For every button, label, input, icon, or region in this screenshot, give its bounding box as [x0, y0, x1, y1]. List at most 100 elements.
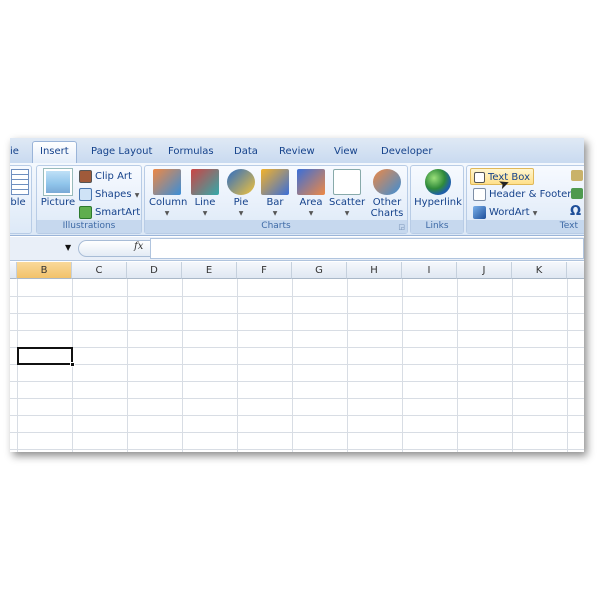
charts-dialog-launcher-icon[interactable]: ◲ — [398, 223, 405, 231]
column-header-J[interactable]: J — [457, 262, 512, 279]
dropdown-arrow-icon: ▼ — [308, 210, 314, 217]
text-group: Text Box Header & Footer WordArt ▼ Ω Tex… — [466, 165, 584, 234]
wordart-button[interactable]: WordArt ▼ — [473, 204, 537, 221]
header-footer-button[interactable]: Header & Footer — [473, 186, 571, 203]
grid-line — [10, 449, 584, 450]
shapes-label: Shapes — [95, 189, 132, 200]
column-header-next[interactable] — [567, 262, 584, 279]
column-header-K[interactable]: K — [512, 262, 567, 279]
column-header-I[interactable]: I — [402, 262, 457, 279]
spreadsheet-grid[interactable]: BCDEFGHIJK — [10, 262, 584, 452]
chart-scatter-button[interactable]: Scatter ▼ — [329, 169, 365, 219]
grid-line — [10, 347, 584, 348]
tab-formulas[interactable]: Formulas — [164, 144, 218, 163]
active-cell[interactable] — [17, 347, 75, 367]
formula-bar: ▼ fx — [10, 237, 584, 261]
shapes-button[interactable]: Shapes ▼ — [79, 186, 139, 203]
shapes-icon — [79, 187, 92, 201]
tab-developer[interactable]: Developer — [377, 144, 436, 163]
column-chart-icon — [153, 169, 181, 195]
column-header-C[interactable]: C — [72, 262, 127, 279]
tab-review[interactable]: Review — [275, 144, 319, 163]
wordart-icon — [473, 205, 486, 219]
formula-input[interactable] — [150, 238, 584, 259]
smartart-label: SmartArt — [95, 207, 141, 218]
hyperlink-button[interactable]: Hyperlink — [413, 169, 463, 208]
dropdown-arrow-icon: ▼ — [164, 210, 170, 217]
signature-line-icon[interactable] — [571, 170, 583, 181]
header-footer-icon — [473, 187, 486, 201]
grid-line — [17, 279, 18, 452]
picture-button[interactable]: Picture — [40, 168, 76, 208]
chart-label: Area — [299, 197, 323, 208]
grid-line — [292, 279, 293, 452]
table-label: ble — [10, 197, 26, 208]
column-header-G[interactable]: G — [292, 262, 347, 279]
chart-column-button[interactable]: Column ▼ — [149, 169, 188, 219]
table-icon — [11, 169, 29, 195]
column-header-F[interactable]: F — [237, 262, 292, 279]
picture-label: Picture — [40, 197, 76, 208]
formula-bar-resize-handle[interactable] — [78, 240, 160, 257]
tables-group: ble — [10, 165, 32, 234]
pie-chart-icon — [227, 169, 255, 195]
bar-chart-icon — [261, 169, 289, 195]
smartart-button[interactable]: SmartArt — [79, 204, 140, 221]
insert-function-button[interactable]: fx — [134, 241, 143, 252]
column-header-E[interactable]: E — [182, 262, 237, 279]
dropdown-arrow-icon: ▼ — [344, 210, 350, 217]
links-group-label: Links — [411, 220, 463, 233]
grid-line — [10, 381, 584, 382]
dropdown-arrow-icon: ▼ — [202, 210, 208, 217]
illustrations-group: Picture Clip Art Shapes ▼ SmartArt Illus… — [36, 165, 142, 234]
grid-line — [182, 279, 183, 452]
illustrations-group-label: Illustrations — [37, 220, 141, 233]
text-box-icon — [474, 171, 485, 183]
smartart-icon — [79, 205, 92, 219]
dropdown-arrow-icon: ▼ — [272, 210, 278, 217]
tab-page-layout[interactable]: Page Layout — [87, 144, 156, 163]
fill-handle[interactable] — [70, 362, 75, 367]
grid-line — [402, 279, 403, 452]
links-group: Hyperlink Links — [410, 165, 464, 234]
tab-data[interactable]: Data — [230, 144, 262, 163]
grid-line — [237, 279, 238, 452]
symbol-button[interactable]: Ω — [570, 204, 581, 219]
grid-line — [567, 279, 568, 452]
scatter-chart-icon — [333, 169, 361, 195]
charts-group: Column ▼ Line ▼ Pie ▼ Bar ▼ Area ▼ Scatter ▼ Other C… — [144, 165, 408, 234]
hyperlink-globe-icon — [425, 169, 451, 195]
grid-line — [347, 279, 348, 452]
chart-line-button[interactable]: Line ▼ — [187, 169, 223, 219]
text-group-label: Text — [467, 220, 584, 233]
chart-pie-button[interactable]: Pie ▼ — [223, 169, 259, 219]
tab-insert[interactable]: Insert — [32, 141, 77, 163]
excel-window: ie Insert Page Layout Formulas Data Revi… — [10, 138, 584, 452]
other-charts-chart-icon — [373, 169, 401, 195]
area-chart-icon — [297, 169, 325, 195]
chart-area-button[interactable]: Area ▼ — [293, 169, 329, 219]
name-box-dropdown-icon[interactable]: ▼ — [65, 243, 71, 252]
tab-home[interactable]: ie — [10, 144, 23, 163]
grid-line — [10, 398, 584, 399]
chart-bar-button[interactable]: Bar ▼ — [257, 169, 293, 219]
grid-line — [10, 415, 584, 416]
table-button[interactable]: ble — [10, 169, 29, 208]
column-header-D[interactable]: D — [127, 262, 182, 279]
ribbon: ble Picture Clip Art Shapes ▼ SmartArt I… — [10, 163, 584, 236]
object-icon[interactable] — [571, 188, 583, 199]
dropdown-arrow-icon: ▼ — [238, 210, 244, 217]
grid-line — [10, 296, 584, 297]
column-header-B[interactable]: B — [17, 262, 72, 279]
picture-icon — [43, 168, 73, 196]
clip-art-icon — [79, 169, 92, 183]
chart-label: Column — [149, 197, 188, 208]
row-header-strip — [10, 262, 17, 279]
grid-line — [10, 364, 584, 365]
tab-view[interactable]: View — [330, 144, 362, 163]
clip-art-button[interactable]: Clip Art — [79, 168, 132, 185]
chart-label: Pie — [233, 197, 249, 208]
ribbon-tabs: ie Insert Page Layout Formulas Data Revi… — [10, 138, 584, 163]
chart-label: Scatter — [329, 197, 366, 208]
column-header-H[interactable]: H — [347, 262, 402, 279]
